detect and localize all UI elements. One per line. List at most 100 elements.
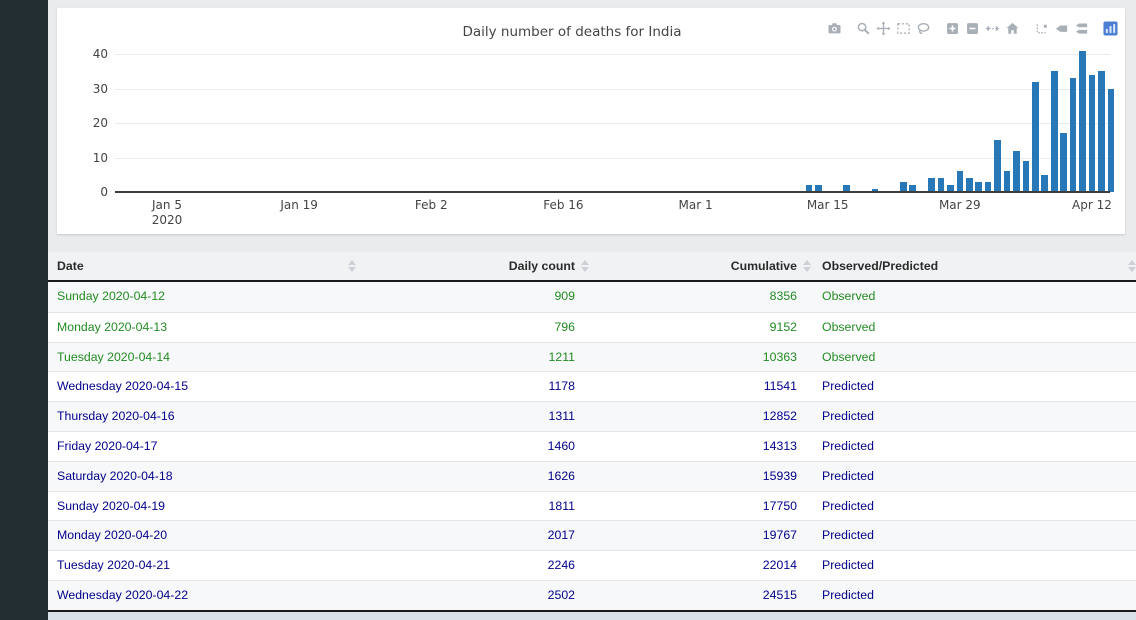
- modebar-group: [1030, 20, 1090, 37]
- table-row[interactable]: Sunday 2020-04-19181117750Predicted: [48, 491, 1136, 521]
- table-row[interactable]: Wednesday 2020-04-15 1178 11541 Predicted: [48, 371, 1136, 401]
- date-cell: Monday 2020-04-20: [57, 521, 167, 550]
- bar[interactable]: [928, 178, 935, 192]
- table-row[interactable]: Thursday 2020-04-16131112852Predicted: [48, 401, 1136, 431]
- date-cell: Tuesday 2020-04-14: [57, 343, 170, 372]
- sort-icon-daily-count[interactable]: [581, 260, 589, 272]
- daily-count-cell: 909: [554, 282, 575, 311]
- bar[interactable]: [1060, 133, 1067, 192]
- date-cell: Sunday 2020-04-12: [57, 282, 165, 311]
- x-tick-label: Mar 1: [661, 198, 731, 212]
- status-cell: Predicted: [822, 402, 874, 431]
- page: Daily number of deaths for India 0102030…: [0, 0, 1136, 620]
- column-header-cumulative[interactable]: Cumulative: [731, 252, 797, 280]
- box-select-icon[interactable]: [895, 20, 912, 37]
- status-cell: Predicted: [822, 372, 874, 401]
- bar[interactable]: [1041, 175, 1048, 192]
- table-row[interactable]: Wednesday 2020-04-22 2502 24515 Predicted: [48, 580, 1136, 610]
- daily-count-cell: 1178: [549, 372, 575, 401]
- bar[interactable]: [957, 171, 964, 192]
- cumulative-cell: 14313: [763, 432, 797, 461]
- x-tick-label: Mar 15: [793, 198, 863, 212]
- cumulative-cell: 8356: [770, 282, 797, 311]
- gridline: [115, 123, 1110, 124]
- column-header-daily-count[interactable]: Daily count: [509, 252, 575, 280]
- pan-icon[interactable]: [875, 20, 892, 37]
- cumulative-cell: 22014: [763, 551, 797, 580]
- table-header: Date Daily count Cumulative Observed/Pre…: [48, 252, 1136, 282]
- lasso-icon[interactable]: [915, 20, 932, 37]
- daily-count-cell: 2246: [548, 551, 575, 580]
- bar[interactable]: [1023, 161, 1030, 192]
- table-row[interactable]: Saturday 2020-04-18162615939Predicted: [48, 461, 1136, 491]
- cumulative-cell: 9152: [770, 313, 797, 342]
- camera-icon[interactable]: [826, 20, 843, 37]
- status-cell: Observed: [822, 343, 875, 372]
- hover-closest-icon[interactable]: [1053, 20, 1070, 37]
- date-cell: Monday 2020-04-13: [57, 313, 167, 342]
- modebar-group: [1099, 20, 1119, 37]
- status-cell: Observed: [822, 313, 875, 342]
- x-tick-label: Jan 5: [132, 198, 202, 212]
- column-header-date[interactable]: Date: [57, 252, 84, 280]
- date-cell: Wednesday 2020-04-22: [57, 581, 188, 610]
- data-table: Date Daily count Cumulative Observed/Pre…: [48, 252, 1136, 610]
- cumulative-cell: 10363: [763, 343, 797, 372]
- gridline: [115, 158, 1110, 159]
- bottom-strip: [48, 612, 1136, 620]
- reset-axes-home-icon[interactable]: [1004, 20, 1021, 37]
- chart-card: Daily number of deaths for India 0102030…: [57, 8, 1125, 234]
- bar[interactable]: [966, 178, 973, 192]
- bar[interactable]: [1079, 51, 1086, 192]
- y-tick-label: 40: [75, 47, 108, 61]
- date-cell: Tuesday 2020-04-21: [57, 551, 170, 580]
- y-tick-label: 0: [75, 185, 108, 199]
- bar[interactable]: [1098, 71, 1105, 192]
- x-tick-label: Feb 16: [528, 198, 598, 212]
- table-row[interactable]: Tuesday 2020-04-21 2246 22014 Predicted: [48, 550, 1136, 580]
- status-cell: Predicted: [822, 581, 874, 610]
- table-row[interactable]: Monday 2020-04-13 796 9152 Observed: [48, 312, 1136, 342]
- sort-icon-date[interactable]: [348, 260, 356, 272]
- hover-compare-icon[interactable]: [1073, 20, 1090, 37]
- table-row[interactable]: Sunday 2020-04-129098356Observed: [48, 282, 1136, 312]
- sort-icon-observed-predicted[interactable]: [1128, 260, 1136, 272]
- date-cell: Friday 2020-04-17: [57, 432, 157, 461]
- zoom-in-icon[interactable]: [944, 20, 961, 37]
- cumulative-cell: 24515: [763, 581, 797, 610]
- gridline: [115, 89, 1110, 90]
- bar[interactable]: [1013, 151, 1020, 192]
- table-row[interactable]: Friday 2020-04-17146014313Predicted: [48, 431, 1136, 461]
- status-cell: Predicted: [822, 492, 874, 521]
- zoom-out-icon[interactable]: [964, 20, 981, 37]
- daily-count-cell: 1460: [548, 432, 575, 461]
- bar[interactable]: [1004, 171, 1011, 192]
- sort-icon-cumulative[interactable]: [803, 260, 811, 272]
- modebar-group: [823, 20, 843, 37]
- table-row[interactable]: Monday 2020-04-20201719767Predicted: [48, 520, 1136, 550]
- bar[interactable]: [1032, 82, 1039, 192]
- daily-count-cell: 2502: [548, 581, 575, 610]
- plotly-logo-icon[interactable]: [1102, 20, 1119, 37]
- bar[interactable]: [1108, 89, 1115, 193]
- bar[interactable]: [994, 140, 1001, 192]
- cumulative-cell: 11541: [764, 372, 797, 401]
- date-cell: Thursday 2020-04-16: [57, 402, 175, 431]
- status-cell: Predicted: [822, 462, 874, 491]
- bar[interactable]: [1051, 71, 1058, 192]
- bar[interactable]: [1070, 78, 1077, 192]
- cumulative-cell: 15939: [763, 462, 797, 491]
- status-cell: Predicted: [822, 551, 874, 580]
- daily-count-cell: 1811: [549, 492, 575, 521]
- bar[interactable]: [938, 178, 945, 192]
- bar[interactable]: [1089, 75, 1096, 192]
- collapsed-sidebar[interactable]: [0, 0, 48, 620]
- daily-count-cell: 1311: [549, 402, 575, 431]
- toggle-spikelines-icon[interactable]: [1033, 20, 1050, 37]
- zoom-icon[interactable]: [855, 20, 872, 37]
- column-header-observed-predicted[interactable]: Observed/Predicted: [822, 252, 938, 280]
- autoscale-icon[interactable]: [984, 20, 1001, 37]
- date-cell: Wednesday 2020-04-15: [57, 372, 188, 401]
- table-row[interactable]: Tuesday 2020-04-14121110363Observed: [48, 342, 1136, 372]
- daily-count-cell: 796: [554, 313, 575, 342]
